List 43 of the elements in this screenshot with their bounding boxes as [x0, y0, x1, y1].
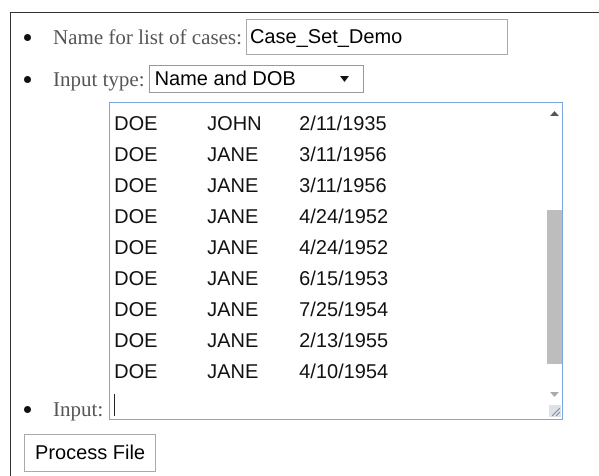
- list-text: JANE: [207, 206, 260, 229]
- list-text: 3/11/1956: [299, 144, 387, 167]
- list-text: JANE: [207, 361, 260, 384]
- list-text: 4/10/1954: [299, 361, 388, 384]
- list-text: JANE: [207, 237, 260, 260]
- list-text: DOE: [114, 299, 159, 322]
- list-text: 6/15/1953: [299, 268, 388, 291]
- list-text: JANE: [207, 299, 260, 322]
- scroll-down-icon[interactable]: [550, 392, 560, 397]
- list-text: 4/24/1952: [299, 206, 388, 229]
- list-text: DOE: [114, 113, 159, 136]
- scroll-up-icon[interactable]: [550, 111, 560, 116]
- bullet-icon: [24, 34, 31, 40]
- list-text: JOHN: [207, 113, 263, 136]
- bullet-icon: [24, 76, 31, 82]
- scroll-thumb[interactable]: [547, 210, 562, 364]
- list-text: 2/11/1935: [299, 113, 387, 136]
- list-text: DOE: [114, 268, 159, 291]
- name-input-field[interactable]: Case_Set_Demo: [246, 19, 508, 55]
- field-label: Input type:: [53, 66, 145, 92]
- list-text: DOE: [114, 237, 159, 260]
- field-label: Name for list of cases:: [53, 24, 242, 50]
- input-text-area[interactable]: DOE JOHN 2/11/1935 DOE JANE 3/11/1956 DOE JANE 3/11/1956 DOE JANE 4/24/1952 DOE JANE 4/24/1952 DOE JANE 6/15/1953 DOE JANE 7/25/1954 DOE JANE 2/13/1955 DOE JANE 4/10/1954: [109, 102, 564, 420]
- list-text: 4/24/1952: [299, 237, 388, 260]
- input-type-dropdown[interactable]: Name and DOB: [148, 65, 364, 93]
- list-text: JANE: [207, 268, 260, 291]
- list-text: DOE: [114, 144, 159, 167]
- list-text: DOE: [114, 330, 159, 353]
- list-text: JANE: [207, 175, 260, 198]
- list-text: DOE: [114, 206, 159, 229]
- list-text: 7/25/1954: [299, 299, 388, 322]
- list-text: JANE: [207, 330, 260, 353]
- text-cursor-icon: [114, 394, 116, 416]
- list-text: 2/13/1955: [299, 330, 388, 353]
- list-text: JANE: [207, 144, 260, 167]
- resize-grip-icon[interactable]: [548, 405, 561, 417]
- bullet-icon: [24, 406, 31, 413]
- list-text: DOE: [114, 361, 159, 384]
- caret-icon: [340, 76, 349, 82]
- field-label: Input:: [53, 397, 104, 422]
- process-file-button[interactable]: Process File: [24, 434, 156, 472]
- list-text: DOE: [114, 175, 159, 198]
- list-text: 3/11/1956: [299, 175, 387, 198]
